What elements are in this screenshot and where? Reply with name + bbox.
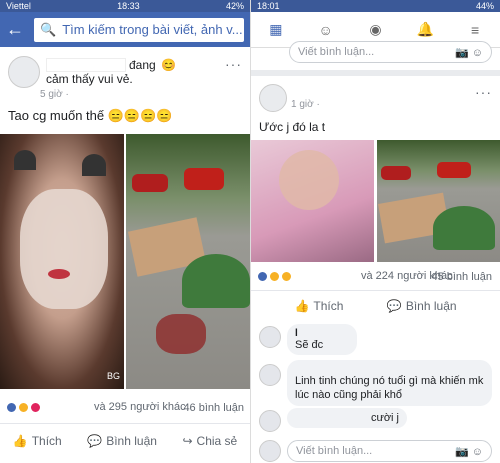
post-meta: 5 giờ · <box>40 89 69 100</box>
motorbike-1 <box>132 174 168 192</box>
feeling-text: cảm thấy vui vẻ. <box>46 72 133 86</box>
like-label: Thích <box>31 433 62 448</box>
accident-photo[interactable] <box>377 140 500 262</box>
accident-photo[interactable] <box>126 134 250 389</box>
avatar[interactable] <box>259 84 287 112</box>
like-label: Thích <box>313 298 344 313</box>
post-meta: 1 giờ · <box>291 99 320 110</box>
comment-count[interactable]: 45 bình luận <box>431 271 492 283</box>
left-screen: Viettel 18:33 42% ← 🔍 Tìm kiếm trong bài… <box>0 0 250 463</box>
umbrella <box>182 254 250 308</box>
like-icon: 👍 <box>294 298 310 313</box>
prev-comment-placeholder: Viết bình luận... <box>298 46 375 58</box>
blurred-reactor <box>48 401 88 413</box>
comment-3: cười j <box>287 408 407 428</box>
home-icon[interactable]: ▦ <box>265 19 287 41</box>
hospital-photo[interactable] <box>251 140 374 262</box>
share-button[interactable]: ↪ Chia sẻ <box>182 434 237 448</box>
post-caption: Tao cg muốn thế 😑😑😑😑 <box>8 108 173 123</box>
comment-avatar[interactable] <box>259 410 281 432</box>
motorbike-2 <box>184 168 224 190</box>
status-text: đang <box>129 58 156 72</box>
back-arrow-icon[interactable]: ← <box>6 19 28 40</box>
motorbike-1 <box>381 166 411 180</box>
reaction-count: và 295 người khác <box>94 401 186 413</box>
write-comment-placeholder: Viết bình luận... <box>296 445 373 457</box>
status-bar: 18:01 44% <box>251 0 500 12</box>
clock: 18:01 <box>257 1 280 11</box>
battery-label: 44% <box>475 1 494 11</box>
search-placeholder: Tìm kiếm trong bài viết, ảnh v... <box>62 22 243 37</box>
like-button[interactable]: 👍 Thích <box>294 299 343 313</box>
comment-text: Linh tinh chúng nó tuổi gì mà khiến mk l… <box>295 375 484 401</box>
comment-text: cười j <box>370 412 399 424</box>
motorbike-2 <box>437 162 471 178</box>
haha-reaction-icon <box>269 270 280 282</box>
clock: 18:33 <box>117 1 140 11</box>
share-icon: ↪ <box>182 433 193 448</box>
comment-icon: 💬 <box>87 433 103 448</box>
share-label: Chia sẻ <box>196 433 238 448</box>
friends-icon[interactable]: ☺ <box>315 19 337 41</box>
prev-write-comment[interactable]: Viết bình luận... 📷 ☺ <box>289 41 492 63</box>
carrier-label: Viettel <box>6 1 31 11</box>
wow-reaction-icon <box>281 270 292 282</box>
lips <box>48 269 70 279</box>
like-icon: 👍 <box>12 433 28 448</box>
blurred-face <box>279 150 339 210</box>
haha-reaction-icon <box>18 401 29 413</box>
comment-button[interactable]: 💬 Bình luận <box>87 434 157 448</box>
comment-author[interactable]: l <box>295 328 349 339</box>
cat-ear-left-icon <box>14 150 36 170</box>
comment-count[interactable]: 46 bình luận <box>183 402 244 414</box>
camera-icon[interactable]: 📷 ☺ <box>455 46 483 59</box>
comment-icon: 💬 <box>386 298 402 313</box>
cat-ear-right-icon <box>82 154 106 176</box>
reaction-summary[interactable]: và 224 người khác <box>257 270 453 282</box>
search-bar: ← 🔍 Tìm kiếm trong bài viết, ảnh v... <box>0 12 250 47</box>
more-options-icon[interactable]: ··· <box>225 56 242 72</box>
divider <box>251 70 500 76</box>
comment-author[interactable] <box>295 364 484 374</box>
blood-stain <box>156 314 206 354</box>
photo-watermark: BG <box>106 371 120 381</box>
right-screen: 18:01 44% ▦ ☺ ◉ 🔔 ≡ Viết bình luận... 📷 … <box>251 0 500 463</box>
comment-1: l Sẽ đc <box>287 324 357 355</box>
like-button[interactable]: 👍 Thích <box>13 434 62 448</box>
comment-label: Bình luận <box>106 433 157 448</box>
search-input[interactable]: 🔍 Tìm kiếm trong bài viết, ảnh v... <box>34 17 244 42</box>
my-avatar <box>259 440 281 462</box>
love-reaction-icon <box>30 401 41 413</box>
avatar[interactable] <box>8 56 40 88</box>
comment-text: Sẽ đc <box>295 339 324 351</box>
write-comment-input[interactable]: Viết bình luận... 📷 ☺ <box>287 440 492 462</box>
post-header: đang 😊 cảm thấy vui vẻ. <box>46 58 226 90</box>
search-icon: 🔍 <box>40 21 57 37</box>
comment-button[interactable]: 💬 Bình luận <box>387 299 457 313</box>
like-reaction-icon <box>257 270 268 282</box>
menu-icon[interactable]: ≡ <box>464 19 486 41</box>
post-caption: Ước j đó la t <box>259 120 326 134</box>
selfie-photo[interactable]: BG <box>0 134 124 389</box>
profile-icon[interactable]: ◉ <box>364 19 386 41</box>
blurred-reactor <box>297 270 357 282</box>
blurred-face <box>20 189 108 309</box>
reaction-summary[interactable]: và 295 người khác <box>6 401 186 413</box>
battery-label: 42% <box>225 1 244 11</box>
umbrella <box>433 206 495 250</box>
comment-avatar[interactable] <box>259 326 281 348</box>
smile-icon: 😊 <box>161 58 176 72</box>
more-options-icon[interactable]: ··· <box>475 84 492 100</box>
comment-2: Linh tinh chúng nó tuổi gì mà khiến mk l… <box>287 360 492 406</box>
blurred-name <box>46 58 126 72</box>
action-bar: 👍 Thích 💬 Bình luận <box>251 290 500 320</box>
comment-avatar[interactable] <box>259 364 281 386</box>
action-bar: 👍 Thích 💬 Bình luận ↪ Chia sẻ <box>0 423 250 457</box>
like-reaction-icon <box>6 401 17 413</box>
comment-label: Bình luận <box>405 298 457 313</box>
bell-icon[interactable]: 🔔 <box>414 19 436 41</box>
sticker-icon[interactable]: 📷 ☺ <box>455 445 483 458</box>
status-bar: Viettel 18:33 42% <box>0 0 250 12</box>
